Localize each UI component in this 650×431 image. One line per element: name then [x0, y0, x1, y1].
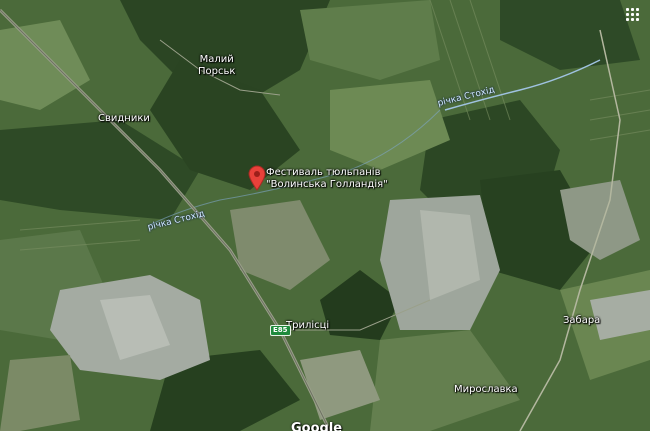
place-label-svydnyky: Свидники [98, 113, 150, 124]
satellite-imagery [0, 0, 650, 431]
map-view[interactable]: Малий Порськ Свидники Трилісці Забара Ми… [0, 0, 650, 431]
place-label-maly-porsk-line2: Порськ [198, 66, 236, 77]
poi-name-line1: Фестиваль тюльпанів [266, 167, 381, 178]
place-label-zabara: Забара [563, 315, 601, 326]
place-label-maly-porsk-line1: Малий [199, 54, 234, 65]
place-label-tryliski: Трилісці [286, 320, 330, 331]
place-label-maly-porsk: Малий Порськ [198, 54, 235, 78]
road-shield-e85: E85 [270, 325, 291, 336]
map-pin-icon[interactable] [248, 165, 266, 191]
poi-label[interactable]: Фестиваль тюльпанів "Волинська Голландія… [266, 167, 388, 191]
poi-name-line2: "Волинська Голландія" [266, 179, 388, 190]
grid-icon[interactable] [626, 8, 642, 24]
place-label-myroslavka: Мирославка [454, 384, 518, 395]
google-logo: Google [291, 421, 343, 431]
